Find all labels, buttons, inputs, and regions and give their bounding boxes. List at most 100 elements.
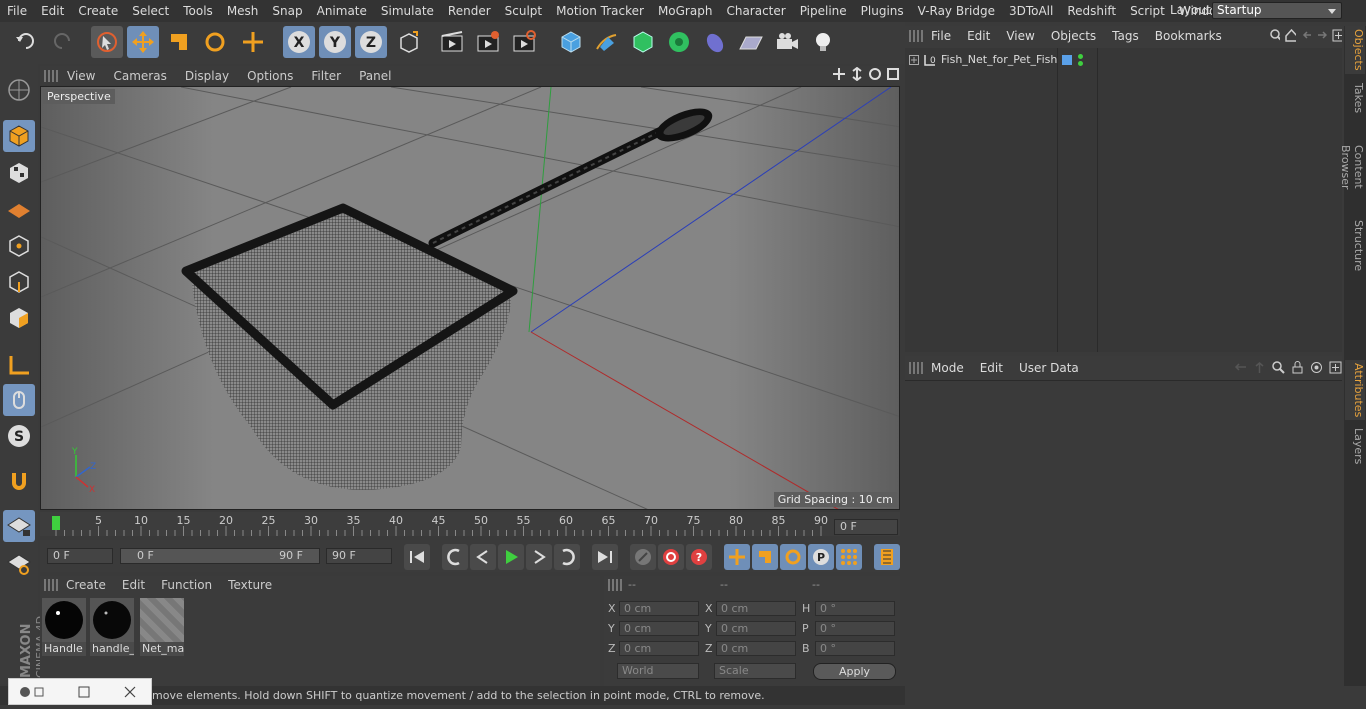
x-axis-icon[interactable]: X: [283, 26, 315, 58]
move-tool-icon[interactable]: [127, 26, 159, 58]
subdivision-surface-icon[interactable]: [627, 26, 659, 58]
go-to-start-icon[interactable]: [404, 544, 430, 570]
lock-icon[interactable]: [1291, 361, 1304, 374]
play-icon[interactable]: [498, 544, 524, 570]
object-menu-tags[interactable]: Tags: [1104, 29, 1147, 43]
next-key-icon[interactable]: [554, 544, 580, 570]
key-rotation-icon[interactable]: [780, 544, 806, 570]
object-menu-objects[interactable]: Objects: [1043, 29, 1104, 43]
object-menu-edit[interactable]: Edit: [959, 29, 998, 43]
up-arrow-icon[interactable]: [1253, 361, 1266, 374]
polygons-mode-icon[interactable]: [3, 302, 35, 334]
maximize-view-icon[interactable]: [886, 67, 900, 81]
key-scale-icon[interactable]: [752, 544, 778, 570]
workplane-mode-icon[interactable]: [3, 193, 35, 225]
menu-redshift[interactable]: Redshift: [1060, 4, 1123, 18]
attribute-menu-user-data[interactable]: User Data: [1011, 361, 1087, 375]
render-view-icon[interactable]: [436, 26, 468, 58]
menu-pipeline[interactable]: Pipeline: [793, 4, 854, 18]
menu-animate[interactable]: Animate: [310, 4, 374, 18]
material-menu-texture[interactable]: Texture: [220, 578, 280, 592]
model-mode-icon[interactable]: [3, 120, 35, 152]
apply-button[interactable]: Apply: [813, 663, 896, 680]
viewport-menu-filter[interactable]: Filter: [302, 69, 350, 83]
autokey-icon[interactable]: [658, 544, 684, 570]
undo-icon[interactable]: [10, 26, 42, 58]
attribute-menu-mode[interactable]: Mode: [923, 361, 972, 375]
render-picture-viewer-icon[interactable]: [472, 26, 504, 58]
object-menu-bookmarks[interactable]: Bookmarks: [1147, 29, 1230, 43]
next-frame-icon[interactable]: [526, 544, 552, 570]
rotation-b-field[interactable]: 0 °: [815, 641, 895, 656]
orbit-icon[interactable]: [868, 67, 882, 81]
floor-icon[interactable]: [735, 26, 767, 58]
snap-magnet-icon[interactable]: [3, 466, 35, 498]
transform-tool-icon[interactable]: [237, 26, 269, 58]
previous-key-icon[interactable]: [442, 544, 468, 570]
timeline-ruler[interactable]: 051015202530354045505560657075808590: [40, 512, 900, 536]
cloner-icon[interactable]: [663, 26, 695, 58]
tab-objects[interactable]: Objects: [1345, 26, 1365, 74]
material-menu-create[interactable]: Create: [58, 578, 114, 592]
world-select[interactable]: World: [617, 663, 699, 679]
pan-icon[interactable]: [832, 67, 846, 81]
back-icon[interactable]: [1301, 29, 1312, 42]
spline-pen-icon[interactable]: [591, 26, 623, 58]
frame-range-slider[interactable]: 0 F 90 F: [120, 548, 320, 564]
position-x-field[interactable]: 0 cm: [619, 601, 699, 616]
position-z-field[interactable]: 0 cm: [619, 641, 699, 656]
viewport-menu-view[interactable]: View: [58, 69, 104, 83]
material-item[interactable]: handle_: [90, 598, 134, 656]
y-axis-icon[interactable]: Y: [319, 26, 351, 58]
back-arrow-icon[interactable]: [1234, 361, 1247, 374]
menu-3dtoall[interactable]: 3DToAll: [1002, 4, 1060, 18]
material-menu-edit[interactable]: Edit: [114, 578, 153, 592]
viewport-menu-cameras[interactable]: Cameras: [104, 69, 175, 83]
attribute-menu-edit[interactable]: Edit: [972, 361, 1011, 375]
tweak-mode-icon[interactable]: [3, 384, 35, 416]
menu-edit[interactable]: Edit: [34, 4, 71, 18]
viewport-menu-options[interactable]: Options: [238, 69, 302, 83]
new-view-icon[interactable]: [1332, 29, 1343, 42]
object-name[interactable]: Fish_Net_for_Pet_Fish: [941, 53, 1057, 66]
render-visibility-dot[interactable]: [1078, 61, 1083, 66]
menu-simulate[interactable]: Simulate: [374, 4, 441, 18]
position-y-field[interactable]: 0 cm: [619, 621, 699, 636]
rotate-tool-icon[interactable]: [199, 26, 231, 58]
menu-mograph[interactable]: MoGraph: [651, 4, 720, 18]
workplane-lock-icon[interactable]: [3, 510, 35, 542]
menu-tools[interactable]: Tools: [176, 4, 220, 18]
make-editable-icon[interactable]: [3, 74, 35, 106]
menu-file[interactable]: File: [0, 4, 34, 18]
size-z-field[interactable]: 0 cm: [716, 641, 796, 656]
go-to-end-icon[interactable]: [592, 544, 618, 570]
new-view-icon[interactable]: [1329, 361, 1342, 374]
home-icon[interactable]: [1285, 29, 1296, 42]
size-x-field[interactable]: 0 cm: [716, 601, 796, 616]
viewport-perspective[interactable]: Y Z X Perspective Grid Spacing : 10 cm: [40, 86, 900, 510]
render-settings-icon[interactable]: [508, 26, 540, 58]
scale-select[interactable]: Scale: [714, 663, 796, 679]
rotation-p-field[interactable]: 0 °: [815, 621, 895, 636]
target-icon[interactable]: [1310, 361, 1323, 374]
viewport-menu-panel[interactable]: Panel: [350, 69, 400, 83]
solo-mode-icon[interactable]: S: [3, 420, 35, 452]
material-item[interactable]: Net_mai: [140, 598, 184, 656]
cube-primitive-icon[interactable]: [555, 26, 587, 58]
tab-attributes[interactable]: Attributes: [1345, 360, 1365, 420]
menu-v-ray-bridge[interactable]: V-Ray Bridge: [911, 4, 1002, 18]
menu-snap[interactable]: Snap: [265, 4, 309, 18]
object-row[interactable]: 0 Fish_Net_for_Pet_Fish: [905, 50, 1342, 70]
light-icon[interactable]: [807, 26, 839, 58]
dolly-icon[interactable]: [850, 67, 864, 81]
key-position-icon[interactable]: [724, 544, 750, 570]
menu-create[interactable]: Create: [71, 4, 125, 18]
rotation-h-field[interactable]: 0 °: [815, 601, 895, 616]
z-axis-icon[interactable]: Z: [355, 26, 387, 58]
deformer-icon[interactable]: [699, 26, 731, 58]
scale-tool-icon[interactable]: [163, 26, 195, 58]
tab-structure[interactable]: Structure: [1345, 220, 1365, 272]
tab-layers[interactable]: Layers: [1345, 426, 1365, 466]
previous-frame-icon[interactable]: [470, 544, 496, 570]
menu-script[interactable]: Script: [1123, 4, 1172, 18]
